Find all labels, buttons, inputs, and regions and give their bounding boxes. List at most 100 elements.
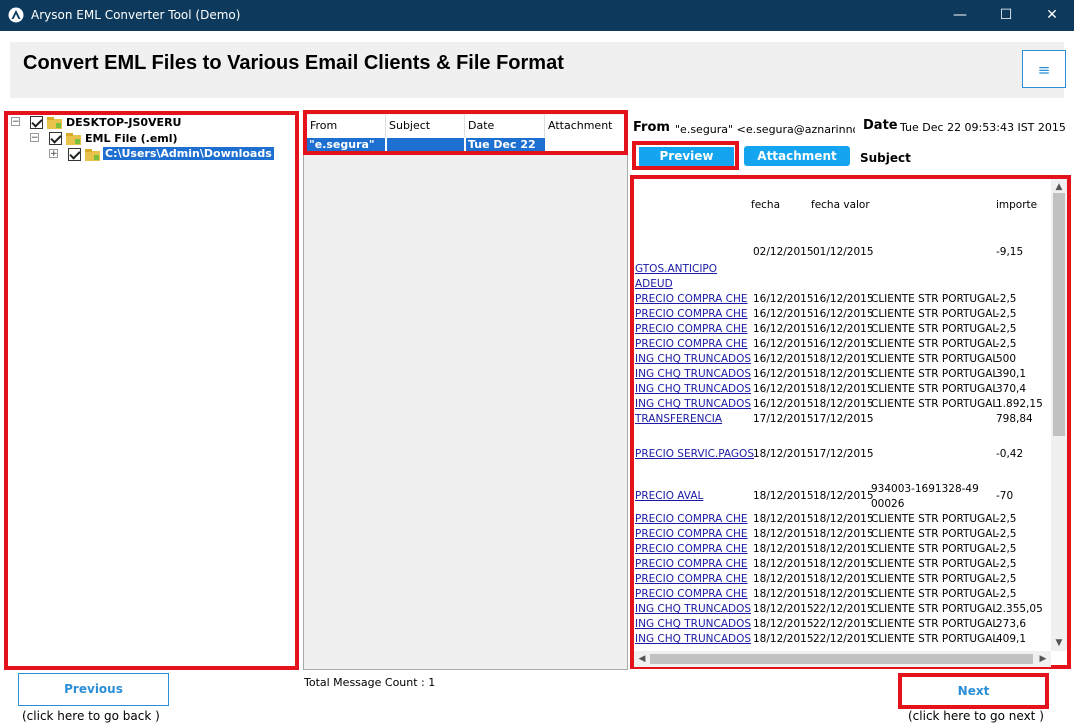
preview-tab[interactable]: Preview bbox=[639, 147, 734, 166]
cell-fecha: 18/12/2015 bbox=[753, 618, 814, 630]
cell-valor: 17/12/2015 bbox=[813, 413, 874, 425]
cell-fecha: 16/12/2015 bbox=[753, 353, 814, 365]
total-message-count: Total Message Count : 1 bbox=[304, 676, 436, 689]
preview-link[interactable]: ING CHQ TRUNCADOS bbox=[635, 368, 751, 380]
preview-link[interactable]: TRANSFERENCIA bbox=[635, 413, 722, 425]
subject-label: Subject bbox=[860, 151, 911, 165]
collapse-icon[interactable]: − bbox=[30, 133, 39, 143]
next-button[interactable]: Next bbox=[903, 678, 1044, 704]
preview-link[interactable]: ING CHQ TRUNCADOS bbox=[635, 618, 751, 630]
preview-link[interactable]: PRECIO COMPRA CHE bbox=[635, 588, 748, 600]
cell-desc: CLIENTE STR PORTUGAL bbox=[871, 323, 999, 335]
cell-desc: CLIENTE STR PORTUGAL bbox=[871, 398, 999, 410]
message-list-highlight bbox=[303, 110, 628, 155]
preview-link[interactable]: ING CHQ TRUNCADOS bbox=[635, 603, 751, 615]
preview-link[interactable]: PRECIO COMPRA CHE bbox=[635, 338, 748, 350]
preview-link[interactable]: PRECIO COMPRA CHE bbox=[635, 528, 748, 540]
cell-valor: 22/12/2015 bbox=[813, 603, 874, 615]
cell-importe: 370,4 bbox=[996, 383, 1027, 395]
cell-fecha: 16/12/2015 bbox=[753, 398, 814, 410]
preview-link[interactable]: ADEUD bbox=[635, 278, 673, 290]
horizontal-scroll-thumb[interactable] bbox=[650, 654, 1033, 664]
preview-link[interactable]: ING CHQ TRUNCADOS bbox=[635, 398, 751, 410]
tree-leaf-checkbox[interactable] bbox=[68, 148, 81, 161]
previous-hint: (click here to go back ) bbox=[22, 709, 160, 723]
cell-valor: 18/12/2015 bbox=[813, 513, 874, 525]
cell-importe: -2,5 bbox=[996, 338, 1017, 350]
tree-leaf-label[interactable]: C:\Users\Admin\Downloads bbox=[103, 147, 274, 160]
scroll-down-icon[interactable]: ▼ bbox=[1052, 636, 1066, 650]
cell-desc: CLIENTE STR PORTUGAL bbox=[871, 528, 999, 540]
close-button[interactable]: ✕ bbox=[1029, 0, 1074, 31]
cell-valor: 18/12/2015 bbox=[813, 528, 874, 540]
preview-link[interactable]: GTOS.ANTICIPO bbox=[635, 263, 717, 275]
preview-link[interactable]: PRECIO COMPRA CHE bbox=[635, 543, 748, 555]
cell-desc: CLIENTE STR PORTUGAL bbox=[871, 308, 999, 320]
cell-fecha: 18/12/2015 bbox=[753, 543, 814, 555]
preview-link[interactable]: PRECIO AVAL bbox=[635, 490, 703, 502]
from-value: "e.segura" <e.segura@aznarinnov... bbox=[675, 123, 855, 136]
cell-desc: CLIENTE STR PORTUGAL bbox=[871, 588, 999, 600]
scroll-right-icon[interactable]: ▶ bbox=[1036, 652, 1050, 666]
scroll-left-icon[interactable]: ◀ bbox=[635, 652, 649, 666]
preview-link[interactable]: PRECIO COMPRA CHE bbox=[635, 573, 748, 585]
from-label: From bbox=[633, 120, 670, 135]
cell-fecha: 18/12/2015 bbox=[753, 573, 814, 585]
cell-desc: CLIENTE STR PORTUGAL bbox=[871, 618, 999, 630]
preview-link[interactable]: PRECIO COMPRA CHE bbox=[635, 308, 748, 320]
column-importe: importe bbox=[996, 199, 1038, 211]
cell-importe: -2,5 bbox=[996, 588, 1017, 600]
preview-link[interactable]: PRECIO COMPRA CHE bbox=[635, 513, 748, 525]
preview-link[interactable]: ING CHQ TRUNCADOS bbox=[635, 353, 751, 365]
cell-valor: 16/12/2015 bbox=[813, 323, 874, 335]
cell-fecha: 16/12/2015 bbox=[753, 368, 814, 380]
maximize-button[interactable]: ☐ bbox=[983, 0, 1029, 31]
computer-icon bbox=[47, 117, 62, 129]
date-label: Date bbox=[863, 118, 898, 133]
cell-desc: CLIENTE STR PORTUGAL bbox=[871, 513, 999, 525]
cell-fecha: 18/12/2015 bbox=[753, 490, 814, 502]
column-fecha: fecha bbox=[751, 199, 781, 211]
cell-fecha: 18/12/2015 bbox=[753, 513, 814, 525]
hamburger-menu-icon[interactable]: ≡ bbox=[1022, 50, 1066, 88]
cell-valor: 18/12/2015 bbox=[813, 398, 874, 410]
preview-link[interactable]: PRECIO COMPRA CHE bbox=[635, 323, 748, 335]
collapse-icon[interactable]: − bbox=[11, 117, 20, 127]
message-list-panel bbox=[303, 111, 628, 670]
tree-root-label[interactable]: DESKTOP-JS0VERU bbox=[66, 116, 181, 129]
cell-fecha: 02/12/2015 bbox=[753, 246, 814, 258]
cell-importe: -2,5 bbox=[996, 308, 1017, 320]
cell-valor: 22/12/2015 bbox=[813, 618, 874, 630]
scroll-up-icon[interactable]: ▲ bbox=[1052, 180, 1066, 194]
cell-fecha: 16/12/2015 bbox=[753, 383, 814, 395]
cell-fecha: 18/12/2015 bbox=[753, 633, 814, 645]
tree-child-label[interactable]: EML File (.eml) bbox=[85, 132, 178, 145]
attachment-tab[interactable]: Attachment bbox=[744, 146, 850, 166]
previous-button[interactable]: Previous bbox=[18, 673, 169, 706]
cell-valor: 22/12/2015 bbox=[813, 633, 874, 645]
cell-valor: 18/12/2015 bbox=[813, 558, 874, 570]
expand-icon[interactable]: + bbox=[49, 149, 58, 159]
preview-link[interactable]: ING CHQ TRUNCADOS bbox=[635, 383, 751, 395]
preview-link[interactable]: PRECIO COMPRA CHE bbox=[635, 558, 748, 570]
tree-child-checkbox[interactable] bbox=[49, 132, 62, 145]
preview-link[interactable]: PRECIO SERVIC.PAGOS bbox=[635, 448, 754, 460]
date-value: Tue Dec 22 09:53:43 IST 2015 bbox=[900, 121, 1066, 134]
vertical-scroll-thumb[interactable] bbox=[1053, 193, 1065, 436]
cell-fecha: 18/12/2015 bbox=[753, 603, 814, 615]
cell-importe: -70 bbox=[996, 490, 1014, 502]
app-logo-icon bbox=[8, 7, 24, 23]
preview-link[interactable]: PRECIO COMPRA CHE bbox=[635, 293, 748, 305]
cell-valor: 18/12/2015 bbox=[813, 573, 874, 585]
cell-importe: 1.892,15 bbox=[996, 398, 1043, 410]
minimize-button[interactable]: — bbox=[937, 0, 983, 31]
cell-valor: 18/12/2015 bbox=[813, 490, 874, 502]
cell-desc: CLIENTE STR PORTUGAL bbox=[871, 293, 999, 305]
cell-importe: -0,42 bbox=[996, 448, 1024, 460]
cell-fecha: 16/12/2015 bbox=[753, 308, 814, 320]
preview-link[interactable]: ING CHQ TRUNCADOS bbox=[635, 633, 751, 645]
cell-valor: 18/12/2015 bbox=[813, 368, 874, 380]
cell-desc: CLIENTE STR PORTUGAL bbox=[871, 573, 999, 585]
tree-root-checkbox[interactable] bbox=[30, 116, 43, 129]
folder-icon bbox=[85, 149, 100, 161]
